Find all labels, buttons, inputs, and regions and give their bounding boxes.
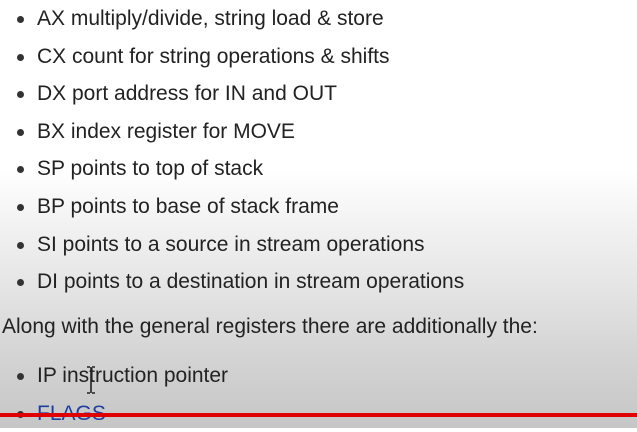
list-item-di: DI points to a destination in stream ope… [0,263,464,301]
list-item-bp: BP points to base of stack frame [0,188,464,226]
registers-list: AX multiply/divide, string load & store … [0,0,464,301]
list-item-cx: CX count for string operations & shifts [0,38,464,76]
additional-registers-paragraph: Along with the general registers there a… [2,315,538,338]
additional-registers-list: IP instruction pointer FLAGS [0,357,228,432]
list-item-sp: SP points to top of stack [0,150,464,188]
list-item-si: SI points to a source in stream operatio… [0,226,464,264]
video-progress-line[interactable] [0,413,637,417]
list-item-bx: BX index register for MOVE [0,113,464,151]
text-cursor-icon [87,366,95,394]
slide-content: AX multiply/divide, string load & store … [0,0,637,428]
list-item-ip: IP instruction pointer [0,357,228,395]
list-item-dx: DX port address for IN and OUT [0,75,464,113]
list-item-ax: AX multiply/divide, string load & store [0,0,464,38]
